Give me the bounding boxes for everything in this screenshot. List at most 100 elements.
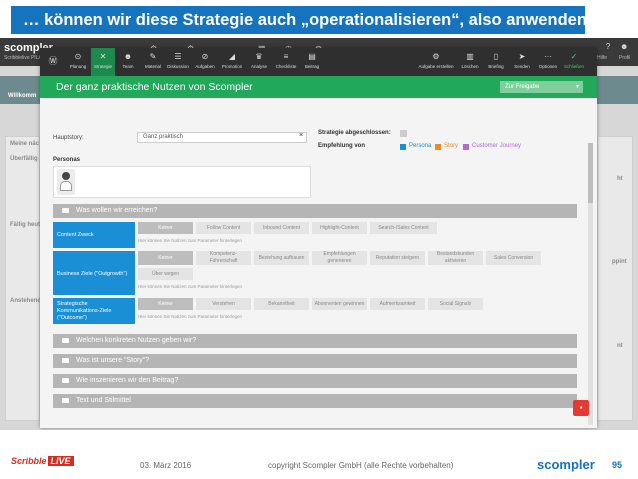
- background-overdue-label: Überfällig: [10, 156, 38, 162]
- toolbar-label: Senden: [514, 64, 530, 69]
- content-zweck-option[interactable]: Search-/Sales Content: [370, 222, 437, 234]
- folder-icon: [62, 377, 69, 383]
- checkmark-icon: ✓: [570, 52, 578, 61]
- background-right-text-3: nt: [617, 343, 623, 349]
- toolbar-label: Aufgabe erstellen: [418, 64, 454, 69]
- background-right-text-1: ht: [617, 176, 623, 182]
- strategie-abgeschlossen-label: Strategie abgeschlossen:: [318, 130, 391, 136]
- analysis-icon: ♛: [255, 52, 263, 61]
- content-zweck-option[interactable]: Highlight-Content: [312, 222, 367, 234]
- profile-label: Profil: [619, 55, 631, 61]
- status-select-value: Zur Freigabe: [505, 84, 540, 90]
- help-label: Hilfe: [597, 55, 608, 61]
- app-brand-subtitle: Scribblelive PILAB: [4, 55, 46, 61]
- toolbar-diskussion[interactable]: ☰ Diskussion: [166, 48, 190, 76]
- toolbar-loeschen[interactable]: ▥ Löschen: [458, 48, 482, 76]
- create-task-icon: ⚙: [432, 52, 440, 61]
- business-ziele-option[interactable]: Empfehlungen generieren: [312, 251, 367, 265]
- scrollbar-thumb[interactable]: [588, 143, 593, 203]
- toolbar-label: Planung: [69, 64, 87, 69]
- strategie-checkbox[interactable]: [400, 130, 407, 137]
- section-title: Welchen konkreten Nutzen geben wir?: [76, 337, 197, 344]
- personas-box[interactable]: [53, 166, 311, 198]
- toolbar-senden[interactable]: ➤ Senden: [510, 48, 534, 76]
- background-welcome-text: Willkomm: [8, 93, 37, 99]
- footer-date: 03. März 2016: [140, 461, 192, 470]
- planning-icon: ⊙: [74, 52, 82, 61]
- toolbar-strategie[interactable]: ✕ Strategie: [91, 48, 115, 76]
- business-ziele-note[interactable]: Hier können Sie Notizen zum Parameter hi…: [138, 284, 242, 289]
- content-zweck-label: Content Zweck: [53, 222, 135, 248]
- toolbar-material[interactable]: ✎ Material: [141, 48, 165, 76]
- background-heading: Meine näc: [10, 141, 40, 147]
- kommunikations-ziele-option[interactable]: Social Signals: [428, 298, 483, 310]
- toolbar-label: Promotion: [221, 64, 243, 69]
- background-banner-image: [0, 76, 40, 104]
- content-zweck-option[interactable]: Inbound Content: [254, 222, 309, 234]
- background-panel-right: [597, 136, 633, 421]
- business-ziele-option[interactable]: Beziehung aufbauen: [254, 251, 309, 265]
- toolbar-planung[interactable]: ⊙ Planung: [66, 48, 90, 76]
- help-icon[interactable]: ?: [601, 42, 615, 51]
- user-icon[interactable]: ☻: [620, 42, 628, 51]
- toolbar-label: Material: [144, 64, 161, 69]
- content-zweck-option[interactable]: Keiner: [138, 222, 193, 234]
- kommunikations-ziele-note[interactable]: Hier können Sie Notizen zum Parameter hi…: [138, 314, 242, 319]
- toolbar-aufgabe-erstellen[interactable]: ⚙ Aufgabe erstellen: [418, 48, 454, 76]
- content-zweck-note[interactable]: Hier können Sie Notizen zum Parameter hi…: [138, 238, 242, 243]
- clear-icon[interactable]: ×: [299, 132, 303, 139]
- team-icon: ☻: [123, 52, 133, 61]
- kommunikations-ziele-label: Strategische Kommunikations-Ziele ("Outc…: [53, 298, 135, 324]
- kommunikations-ziele-option[interactable]: Aufmerksamkeit: [370, 298, 425, 310]
- background-right-text-2: ppint: [612, 259, 627, 265]
- legend-story: Story: [444, 143, 459, 149]
- section-text-stilmittel[interactable]: Text und Stilmittel: [53, 394, 577, 408]
- business-ziele-option[interactable]: Über wegen: [138, 268, 193, 280]
- section-title: Wie inszenieren wir den Beitrag?: [76, 377, 179, 384]
- toolbar-beitrag[interactable]: ▤ Beitrag: [300, 48, 324, 76]
- hauptstory-label: Hauptstory:: [53, 135, 84, 141]
- legend-customer-journey: Customer Journey: [472, 143, 522, 149]
- toolbar-team[interactable]: ☻ Team: [116, 48, 140, 76]
- toolbar-label: Team: [122, 64, 134, 69]
- toolbar-label: Aufgaben: [195, 64, 215, 69]
- kommunikations-ziele-option[interactable]: Bekanntheit: [254, 298, 309, 310]
- kommunikations-ziele-option[interactable]: Verstehen: [196, 298, 251, 310]
- content-zweck-option[interactable]: Follow Content: [196, 222, 251, 234]
- live-badge: LIVE: [47, 456, 74, 466]
- footer-scompler-logo: scompler: [537, 457, 595, 472]
- toolbar-promotion[interactable]: ◢ Promotion: [220, 48, 244, 76]
- hauptstory-input[interactable]: Ganz praktisch: [137, 132, 307, 143]
- kommunikations-ziele-option[interactable]: Keiner: [138, 298, 193, 310]
- app-window: scompler Scribblelive PILAB ⚙ ⚙ ▬ ▦ ◷ ◍ …: [0, 38, 638, 430]
- business-ziele-option[interactable]: Bestandskunden aktivieren: [428, 251, 483, 265]
- toolbar-briefing[interactable]: ▯ Briefing: [484, 48, 508, 76]
- wordpress-icon[interactable]: Ⓦ: [42, 48, 64, 76]
- kommunikations-ziele-option[interactable]: Abonnenten gewinnen: [312, 298, 367, 310]
- business-ziele-option[interactable]: Sales Conversion: [486, 251, 541, 265]
- tasks-icon: ⊘: [201, 52, 209, 61]
- persona-avatar[interactable]: [57, 169, 75, 195]
- folder-icon: [62, 397, 69, 403]
- post-editor-modal: Ⓦ ⊙ Planung ✕ Strategie ☻ Team ✎ Material ☰ D…: [40, 48, 597, 428]
- business-ziele-option[interactable]: Kompetenz-Führerschaft: [196, 251, 251, 265]
- section-story[interactable]: Was ist unsere "Story"?: [53, 354, 577, 368]
- background-due-today-label: Fällig heute: [10, 222, 44, 228]
- scribble-text: Scribble: [11, 456, 47, 466]
- section-nutzen[interactable]: Welchen konkreten Nutzen geben wir?: [53, 334, 577, 348]
- section-title: Was wollen wir erreichen?: [76, 207, 158, 214]
- toolbar-schliessen[interactable]: ✓ Schließen: [562, 48, 586, 76]
- legend-persona: Persona: [409, 143, 432, 149]
- toolbar-aufgaben[interactable]: ⊘ Aufgaben: [193, 48, 217, 76]
- section-was-wollen-wir-erreichen[interactable]: Was wollen wir erreichen?: [53, 204, 577, 218]
- toolbar-optionen[interactable]: ··· Optionen: [536, 48, 560, 76]
- business-ziele-option[interactable]: Keiner: [138, 251, 193, 265]
- chat-icon[interactable]: ▪: [573, 400, 589, 416]
- section-inszenierung[interactable]: Wie inszenieren wir den Beitrag?: [53, 374, 577, 388]
- persona-swatch: [400, 144, 406, 150]
- toolbar-checkliste[interactable]: ≡ Checkliste: [274, 48, 298, 76]
- toolbar-analyse[interactable]: ♛ Analyse: [247, 48, 271, 76]
- chevron-down-icon: ▾: [575, 84, 579, 90]
- status-select[interactable]: Zur Freigabe ▾: [500, 81, 583, 93]
- business-ziele-option[interactable]: Reputation steigern: [370, 251, 425, 265]
